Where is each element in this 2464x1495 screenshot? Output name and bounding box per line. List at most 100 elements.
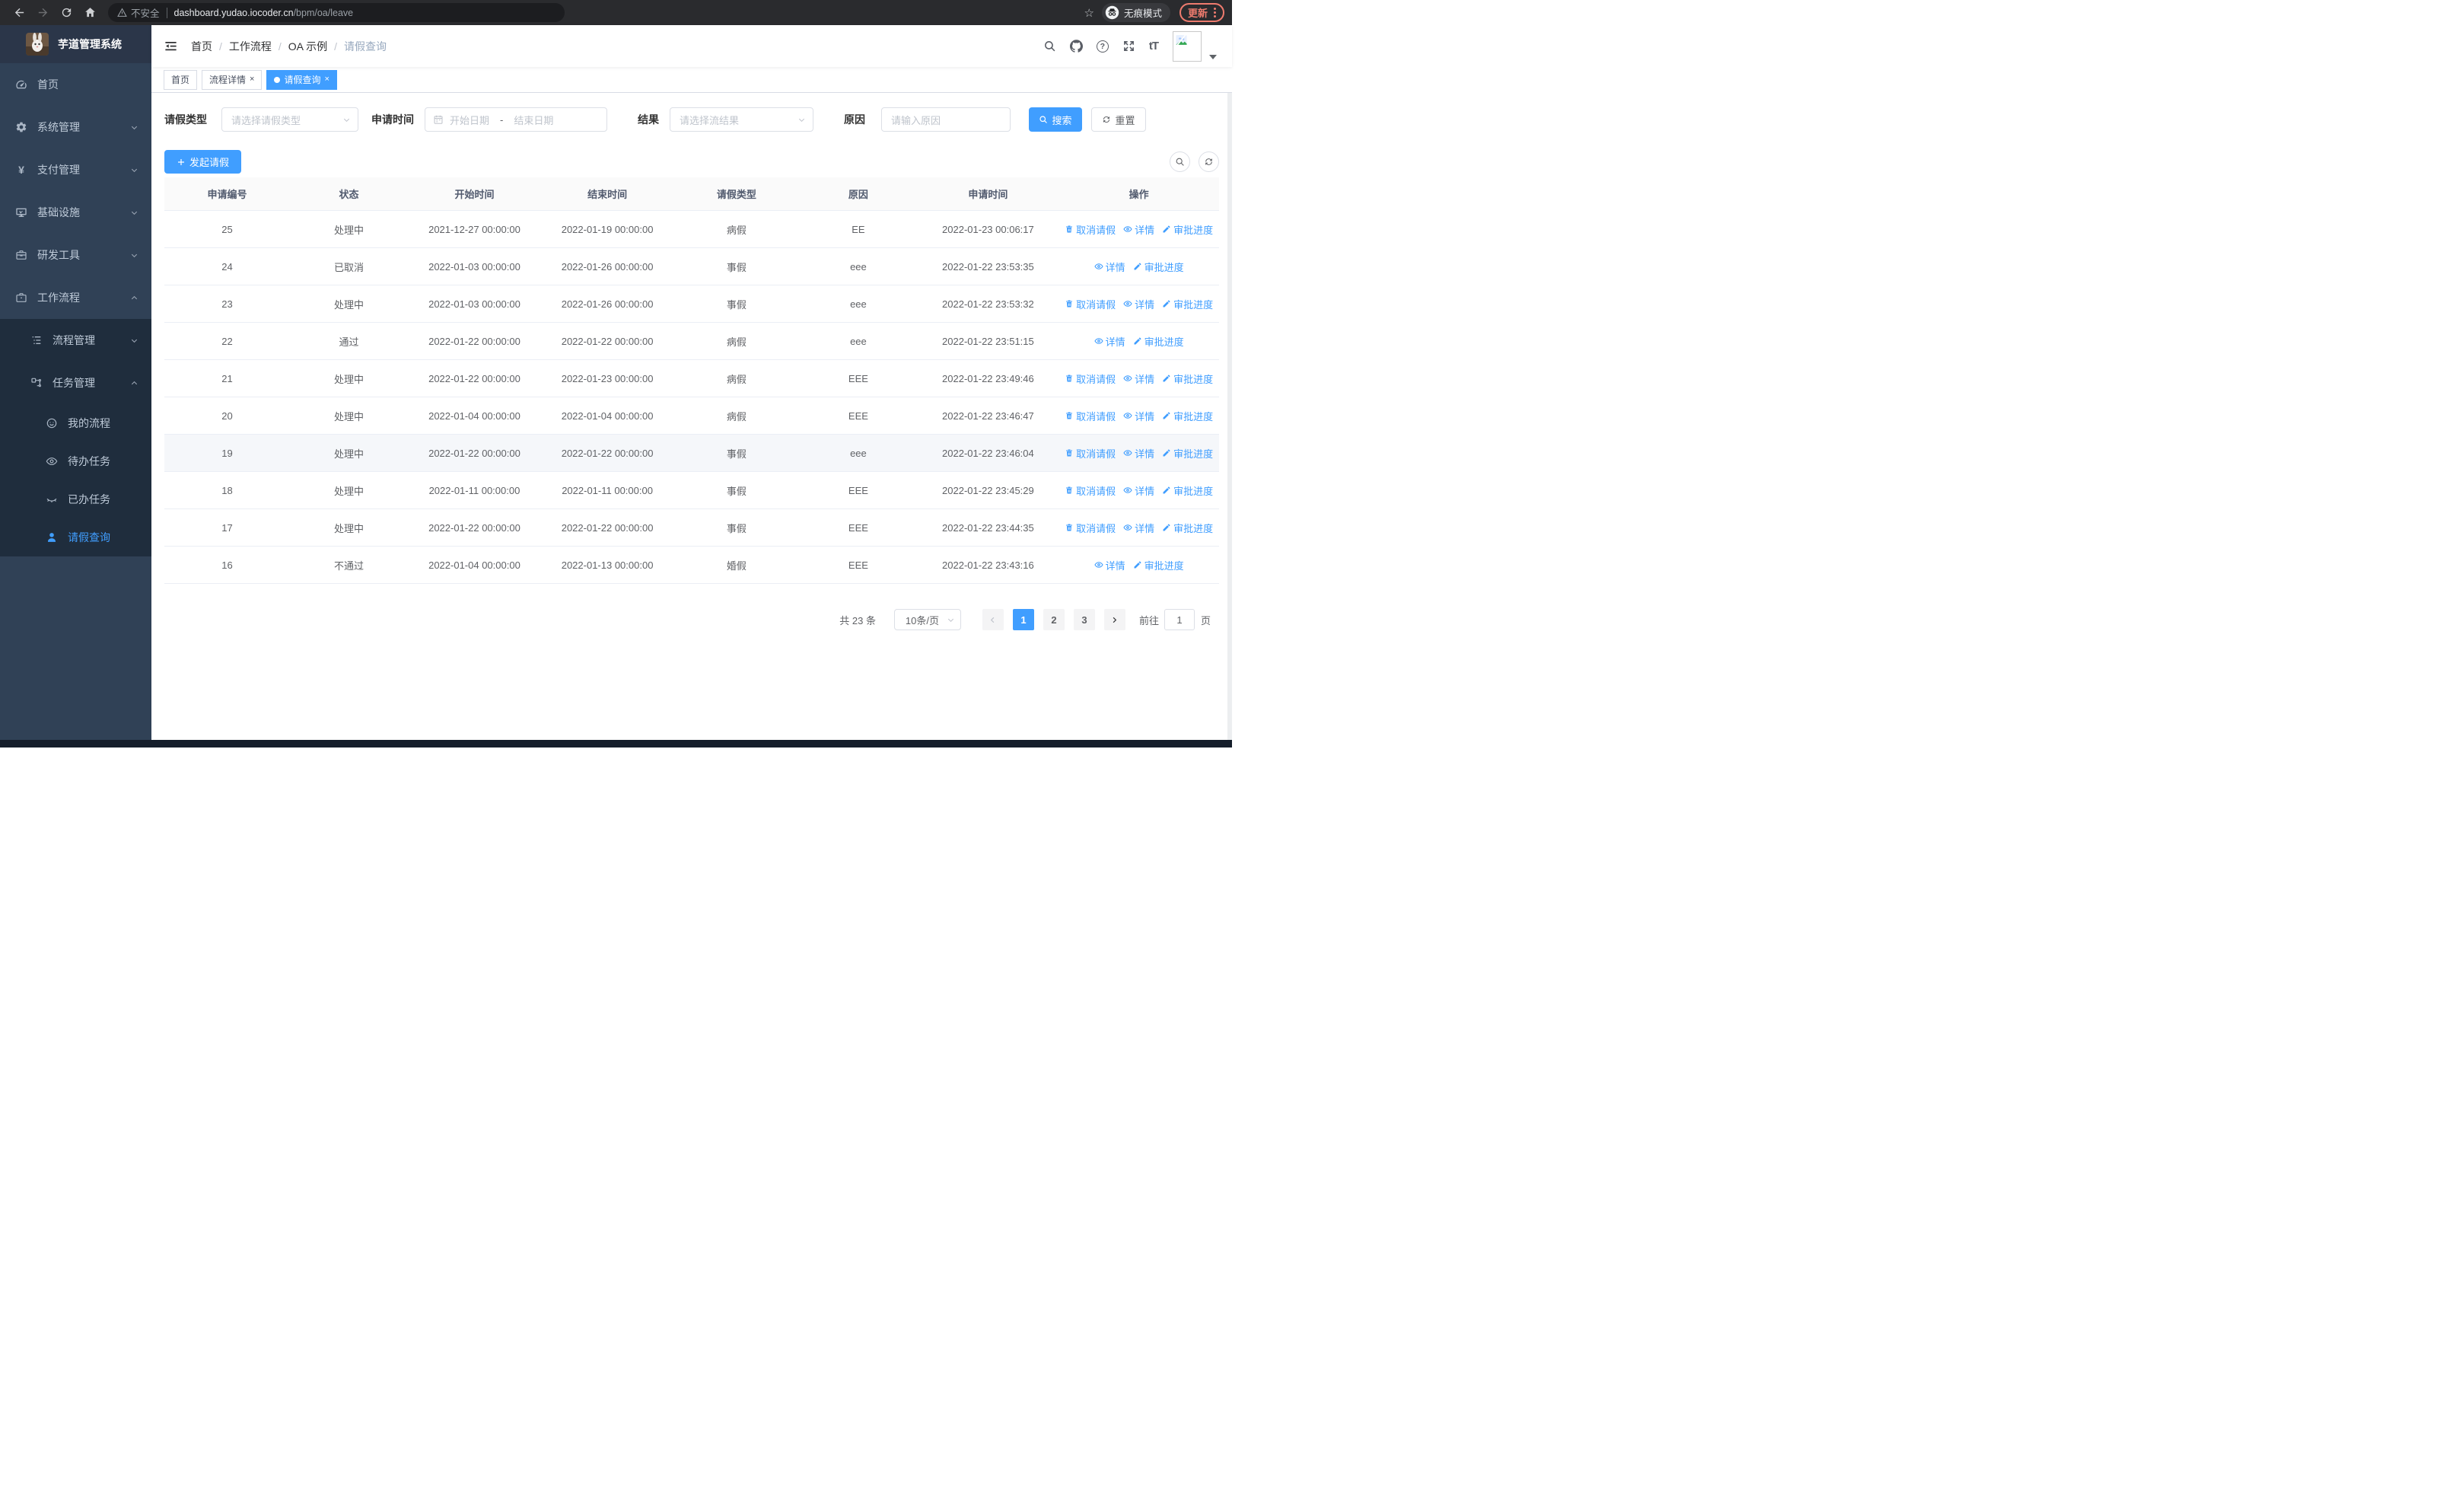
sidebar-item-workflow[interactable]: 工作流程 [0,276,151,319]
prev-page-button[interactable] [982,609,1004,630]
sidebar-collapse-icon[interactable] [164,39,178,53]
font-size-icon[interactable]: tT [1149,40,1159,53]
detail-action[interactable]: 详情 [1094,260,1125,274]
cell-leave-type: 事假 [726,448,747,460]
approval-progress-action[interactable]: 审批进度 [1162,483,1213,498]
detail-action[interactable]: 详情 [1123,409,1154,423]
cell-actions: 详情 审批进度 [1059,260,1219,274]
scrollbar[interactable] [1227,25,1232,740]
cancel-leave-action[interactable]: 取消请假 [1065,297,1116,311]
cancel-leave-action[interactable]: 取消请假 [1065,222,1116,237]
detail-action[interactable]: 详情 [1123,521,1154,535]
cell-end-time: 2022-01-11 00:00:00 [562,484,653,496]
table-row[interactable]: 25 处理中 2021-12-27 00:00:00 2022-01-19 00… [164,211,1219,248]
cancel-leave-action[interactable]: 取消请假 [1065,409,1116,423]
sidebar-item-todo-tasks[interactable]: 待办任务 [0,442,151,480]
close-icon[interactable]: × [250,75,254,84]
reset-button[interactable]: 重置 [1091,107,1146,132]
page-size-select[interactable]: 10条/页 [893,609,961,630]
table-row[interactable]: 18 处理中 2022-01-11 00:00:00 2022-01-11 00… [164,472,1219,509]
reload-icon[interactable] [60,6,73,19]
sidebar-item-my-process[interactable]: 我的流程 [0,404,151,442]
table-row[interactable]: 19 处理中 2022-01-22 00:00:00 2022-01-22 00… [164,435,1219,472]
search-button[interactable]: 搜索 [1029,107,1082,132]
sidebar-item-leave-query[interactable]: 请假查询 [0,518,151,556]
breadcrumb-home[interactable]: 首页 [191,39,212,54]
sidebar-item-process-mgmt[interactable]: 流程管理 [0,319,151,362]
bookmark-star-icon[interactable]: ☆ [1084,6,1094,20]
result-select[interactable]: 请选择流结果 [670,107,813,132]
chevron-up-icon [130,294,138,302]
approval-progress-action[interactable]: 审批进度 [1162,409,1213,423]
table-row[interactable]: 24 已取消 2022-01-03 00:00:00 2022-01-26 00… [164,248,1219,285]
table-row[interactable]: 23 处理中 2022-01-03 00:00:00 2022-01-26 00… [164,285,1219,323]
close-icon[interactable]: × [324,75,329,84]
date-range-picker[interactable]: 开始日期 - 结束日期 [425,107,607,132]
tab-process-detail[interactable]: 流程详情 × [202,69,263,90]
help-icon[interactable]: ? [1096,40,1109,53]
page-button-3[interactable]: 3 [1073,609,1095,630]
approval-progress-action[interactable]: 审批进度 [1133,260,1184,274]
show-search-button[interactable] [1170,151,1190,172]
detail-action[interactable]: 详情 [1094,334,1125,349]
eye-closed-icon [46,493,58,505]
github-icon[interactable] [1069,40,1083,53]
create-leave-button[interactable]: 发起请假 [164,150,242,174]
cancel-leave-action[interactable]: 取消请假 [1065,446,1116,461]
fullscreen-icon[interactable] [1122,40,1135,53]
back-icon[interactable] [13,6,26,19]
page-button-2[interactable]: 2 [1043,609,1065,630]
detail-action[interactable]: 详情 [1094,558,1125,572]
user-avatar[interactable] [1173,30,1220,62]
sidebar-item-payment[interactable]: ¥ 支付管理 [0,148,151,191]
home-icon[interactable] [84,6,97,19]
approval-progress-action[interactable]: 审批进度 [1162,371,1213,386]
browser-menu-icon[interactable] [1214,8,1216,18]
reason-input[interactable]: 请输入原因 [881,107,1011,132]
detail-action[interactable]: 详情 [1123,446,1154,461]
tab-home[interactable]: 首页 [164,69,198,90]
sidebar-item-done-tasks[interactable]: 已办任务 [0,480,151,518]
detail-action[interactable]: 详情 [1123,483,1154,498]
detail-action[interactable]: 详情 [1123,371,1154,386]
table-row[interactable]: 21 处理中 2022-01-22 00:00:00 2022-01-23 00… [164,360,1219,397]
table-row[interactable]: 22 通过 2022-01-22 00:00:00 2022-01-22 00:… [164,323,1219,360]
edit-icon [1162,486,1171,495]
browser-update-button[interactable]: 更新 [1179,3,1224,22]
table-row[interactable]: 16 不通过 2022-01-04 00:00:00 2022-01-13 00… [164,547,1219,584]
address-bar[interactable]: 不安全 dashboard.yudao.iocoder.cn /bpm/oa/l… [108,3,565,22]
refresh-table-button[interactable] [1199,151,1219,172]
forward-icon[interactable] [37,6,49,19]
approval-progress-action[interactable]: 审批进度 [1162,297,1213,311]
approval-progress-action[interactable]: 审批进度 [1162,222,1213,237]
table-row[interactable]: 17 处理中 2022-01-22 00:00:00 2022-01-22 00… [164,509,1219,547]
incognito-badge: 无痕模式 [1101,3,1170,22]
table-row[interactable]: 20 处理中 2022-01-04 00:00:00 2022-01-04 00… [164,397,1219,435]
cancel-leave-action[interactable]: 取消请假 [1065,521,1116,535]
goto-page-input[interactable]: 1 [1164,609,1195,630]
breadcrumb-oa-example[interactable]: OA 示例 [288,39,327,54]
approval-progress-action[interactable]: 审批进度 [1133,558,1184,572]
search-icon[interactable] [1043,40,1056,53]
delete-icon [1065,411,1074,420]
detail-action[interactable]: 详情 [1123,297,1154,311]
approval-progress-action[interactable]: 审批进度 [1162,521,1213,535]
page-content: 请假类型 请选择请假类型 申请时间 开始日期 - 结束日期 结果 请选择流结果 … [151,93,1232,740]
cancel-leave-action[interactable]: 取消请假 [1065,483,1116,498]
logo-row[interactable]: 芋道管理系统 [0,25,151,63]
approval-progress-action[interactable]: 审批进度 [1133,334,1184,349]
breadcrumb-workflow[interactable]: 工作流程 [229,39,272,54]
next-page-button[interactable] [1103,609,1125,630]
tab-leave-query[interactable]: 请假查询 × [266,69,337,90]
detail-action[interactable]: 详情 [1123,222,1154,237]
sidebar-item-task-mgmt[interactable]: 任务管理 [0,362,151,404]
sidebar-item-devtools[interactable]: 研发工具 [0,234,151,276]
sidebar-item-system[interactable]: 系统管理 [0,106,151,148]
cell-reason: EEE [848,372,868,384]
cancel-leave-action[interactable]: 取消请假 [1065,371,1116,386]
approval-progress-action[interactable]: 审批进度 [1162,446,1213,461]
sidebar-item-infra[interactable]: 基础设施 [0,191,151,234]
page-button-1[interactable]: 1 [1012,609,1034,630]
leave-type-select[interactable]: 请选择请假类型 [221,107,358,132]
sidebar-item-home[interactable]: 首页 [0,63,151,106]
